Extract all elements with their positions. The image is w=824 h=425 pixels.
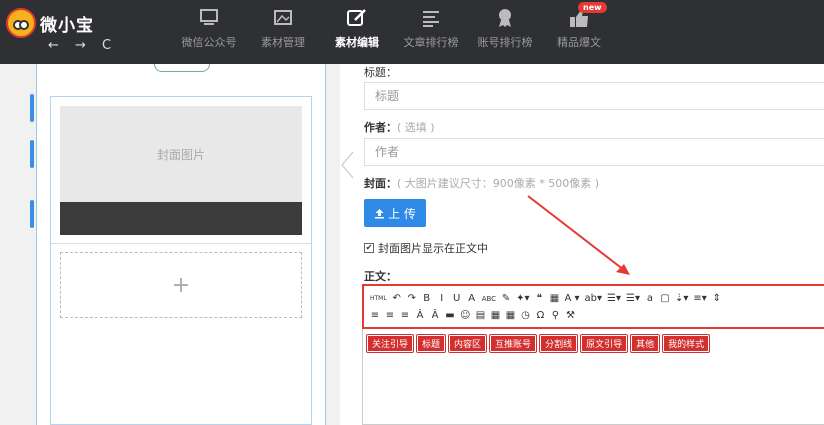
upload-icon xyxy=(375,208,385,218)
plus-icon: + xyxy=(171,272,191,298)
toolbar-button[interactable]: ⇕ xyxy=(712,293,722,305)
preview-side-marker xyxy=(30,94,34,122)
toolbar-button[interactable]: I xyxy=(437,293,447,305)
checkbox[interactable]: ✔ xyxy=(364,243,374,253)
toolbar-button[interactable]: ☰▾ xyxy=(607,293,621,305)
author-hint: ( 选填 ) xyxy=(397,121,435,134)
style-tag[interactable]: 我的样式 xyxy=(662,334,711,353)
nav-item-article-ranking[interactable]: 文章排行榜 xyxy=(394,4,468,60)
toolbar-button[interactable]: ▬ xyxy=(445,310,455,322)
editor-toolbar: HTML ↶ ↷ B I U A ABC ✎ ✦▾ ❝ ▦ A ▾ ab▾ ☰▾ ☰▾ a ▢ ⇣▾ ≡▾ ⇕ ≡ ≡ ≡ Â… xyxy=(362,284,824,329)
add-article-button[interactable]: + xyxy=(60,252,302,318)
toolbar-button[interactable]: B xyxy=(422,293,432,305)
toolbar-row-2: ≡ ≡ ≡ Â Â ▬ ☺ ▤ ▦ ▦ ◷ Ω ⚲ ⚒ xyxy=(370,307,824,324)
author-input[interactable]: 作者 xyxy=(364,138,824,166)
cover-size-hint: ( 大图片建议尺寸：900像素 * 500像素 ) xyxy=(397,177,600,190)
toolbar-button[interactable]: ≡▾ xyxy=(693,293,706,305)
body-label: 正文： xyxy=(364,270,397,283)
toolbar-button[interactable]: Â xyxy=(430,310,440,322)
show-cover-in-body-option[interactable]: ✔ 封面图片显示在正文中 xyxy=(364,240,488,256)
toolbar-button[interactable]: ↷ xyxy=(407,293,417,305)
nav-item-top-articles[interactable]: new 精品爆文 xyxy=(542,2,616,60)
toolbar-button[interactable]: ≡ xyxy=(400,310,410,322)
show-cover-label: 封面图片显示在正文中 xyxy=(378,242,488,255)
mascot-icon xyxy=(6,8,36,38)
toolbar-button[interactable]: ✎ xyxy=(501,293,511,305)
toolbar-button[interactable]: ↶ xyxy=(392,293,402,305)
toolbar-button[interactable]: ▢ xyxy=(660,293,670,305)
top-navigation-bar: 微小宝 ← → C 微信公众号 素材管理 素材编辑 文章排行榜 账号排行榜 ne… xyxy=(0,0,824,64)
preview-handle xyxy=(154,64,210,72)
toolbar-button[interactable]: HTML xyxy=(370,293,387,305)
toolbar-button[interactable]: A xyxy=(467,293,477,305)
cover-image-placeholder[interactable]: 封面图片 xyxy=(60,106,302,202)
toolbar-button[interactable]: Ω xyxy=(535,310,545,322)
toolbar-button[interactable]: ☺ xyxy=(460,310,470,322)
new-badge: new xyxy=(578,2,607,13)
title-input[interactable]: 标题 xyxy=(364,82,824,110)
toolbar-button[interactable]: ☰▾ xyxy=(626,293,640,305)
cover-image-label: 封面图片 xyxy=(156,147,205,162)
title-label: 标题： xyxy=(364,66,397,79)
toolbar-button[interactable]: ▤ xyxy=(475,310,485,322)
cover-label: 封面：( 大图片建议尺寸：900像素 * 500像素 ) xyxy=(364,177,600,190)
edit-icon xyxy=(347,9,366,26)
toolbar-button[interactable]: ◷ xyxy=(520,310,530,322)
monitor-icon xyxy=(200,9,218,25)
toolbar-button[interactable]: ⚲ xyxy=(550,310,560,322)
style-tag-bar: 关注引导 标题 内容区 互推账号 分割线 原文引导 其他 我的样式 xyxy=(365,334,711,353)
nav-label: 精品爆文 xyxy=(557,36,601,49)
toolbar-button[interactable]: ⚒ xyxy=(565,310,575,322)
toolbar-button[interactable]: U xyxy=(452,293,462,305)
nav-label: 微信公众号 xyxy=(181,36,237,49)
browser-nav-controls[interactable]: ← → C xyxy=(48,38,117,53)
upload-label: 上 传 xyxy=(388,206,416,221)
toolbar-button[interactable]: A ▾ xyxy=(564,293,579,305)
toolbar-button[interactable]: ❝ xyxy=(534,293,544,305)
style-tag[interactable]: 原文引导 xyxy=(580,334,629,353)
toolbar-button[interactable]: ✦▾ xyxy=(516,293,529,305)
upload-button[interactable]: 上 传 xyxy=(364,199,426,227)
toolbar-button[interactable]: ≡ xyxy=(385,310,395,322)
nav-item-wechat-accounts[interactable]: 微信公众号 xyxy=(172,4,246,60)
nav-label: 素材编辑 xyxy=(335,36,379,49)
toolbar-button[interactable]: ≡ xyxy=(370,310,380,322)
article-edit-form: 标题： 标题 作者：( 选填 ) 作者 封面：( 大图片建议尺寸：900像素 *… xyxy=(354,64,824,425)
nav-item-account-ranking[interactable]: 账号排行榜 xyxy=(468,4,542,60)
toolbar-row-1: HTML ↶ ↷ B I U A ABC ✎ ✦▾ ❝ ▦ A ▾ ab▾ ☰▾ ☰▾ a ▢ ⇣▾ ≡▾ ⇕ xyxy=(370,290,824,307)
toolbar-button[interactable]: ⇣▾ xyxy=(675,293,688,305)
divider xyxy=(51,243,311,244)
style-tag[interactable]: 内容区 xyxy=(448,334,488,353)
author-label: 作者：( 选填 ) xyxy=(364,121,435,134)
cover-title-bar xyxy=(60,202,302,235)
toolbar-button[interactable]: ▦ xyxy=(490,310,500,322)
chevron-left-icon xyxy=(341,151,354,179)
nav-label: 文章排行榜 xyxy=(403,36,459,49)
toolbar-button[interactable]: a xyxy=(645,293,655,305)
app-title: 微小宝 xyxy=(40,15,94,36)
style-tag[interactable]: 互推账号 xyxy=(489,334,538,353)
nav-label: 账号排行榜 xyxy=(477,36,533,49)
style-tag[interactable]: 标题 xyxy=(416,334,447,353)
toolbar-button[interactable]: ▦ xyxy=(505,310,515,322)
app-logo[interactable]: 微小宝 xyxy=(6,8,94,38)
image-icon xyxy=(274,10,292,25)
award-icon xyxy=(499,9,511,27)
style-tag[interactable]: 分割线 xyxy=(539,334,579,353)
nav-item-material-edit[interactable]: 素材编辑 xyxy=(320,4,394,60)
toolbar-button[interactable]: ▦ xyxy=(549,293,559,305)
toolbar-button[interactable]: ab▾ xyxy=(585,293,603,305)
style-tag[interactable]: 关注引导 xyxy=(365,334,415,353)
rich-text-editor[interactable]: HTML ↶ ↷ B I U A ABC ✎ ✦▾ ❝ ▦ A ▾ ab▾ ☰▾ ☰▾ a ▢ ⇣▾ ≡▾ ⇕ ≡ ≡ ≡ Â… xyxy=(362,284,824,425)
toolbar-button[interactable]: Â xyxy=(415,310,425,322)
nav-label: 素材管理 xyxy=(261,36,305,49)
nav-item-materials[interactable]: 素材管理 xyxy=(246,4,320,60)
list-icon xyxy=(423,11,439,27)
preview-side-marker xyxy=(30,200,34,228)
article-preview-card[interactable]: 封面图片 + xyxy=(50,96,312,425)
style-tag[interactable]: 其他 xyxy=(630,334,661,353)
preview-side-marker xyxy=(30,140,34,168)
toolbar-button[interactable]: ABC xyxy=(482,293,496,305)
